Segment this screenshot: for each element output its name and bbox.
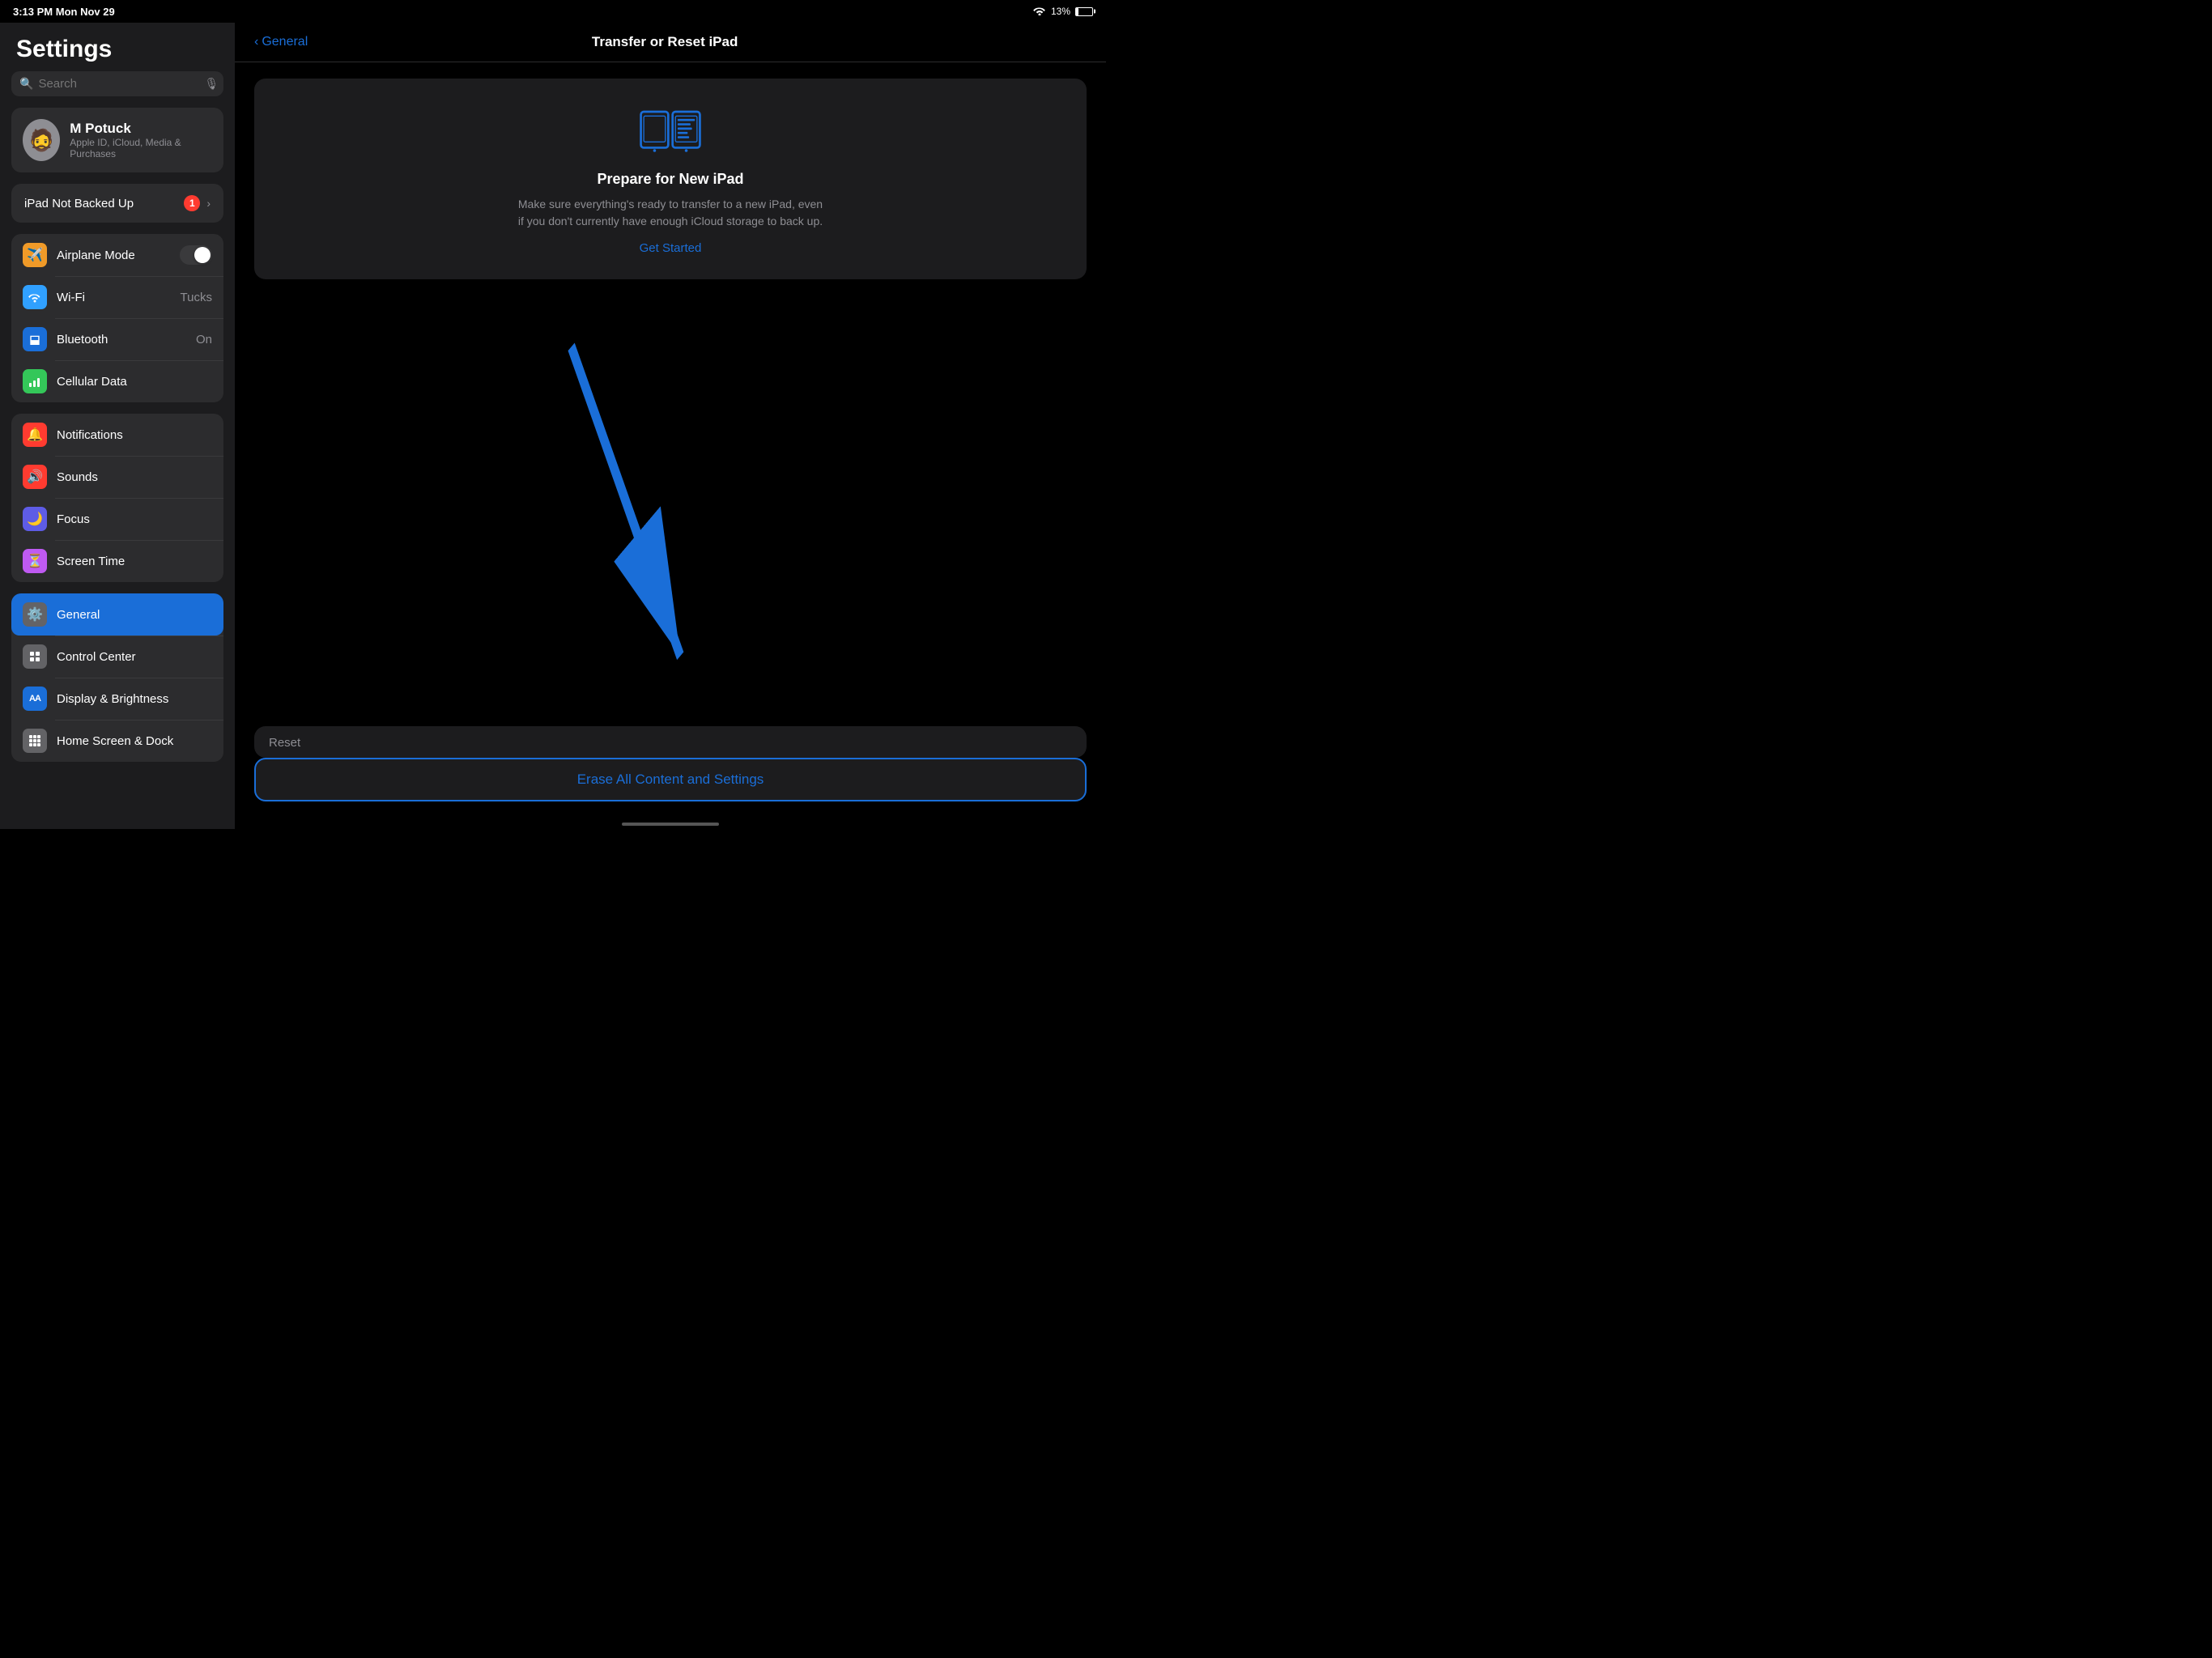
wifi-settings-icon [23, 285, 47, 309]
back-button[interactable]: ‹ General [254, 35, 308, 49]
backup-badge-count: 1 [184, 195, 200, 211]
reset-container: Reset Erase All Content and Settings [254, 726, 1087, 801]
prepare-description: Make sure everything's ready to transfer… [517, 196, 824, 230]
avatar: 🧔 [23, 119, 60, 161]
reset-section-header: Reset [254, 726, 1087, 758]
sidebar: Settings 🔍 🎙 🧔 M Potuck Apple ID, iCloud… [0, 23, 235, 829]
sidebar-item-airplane-mode[interactable]: ✈️ Airplane Mode [11, 234, 223, 276]
sidebar-item-control-center[interactable]: Control Center [11, 636, 223, 678]
sounds-icon: 🔊 [23, 465, 47, 489]
back-label: General [262, 35, 308, 49]
prepare-icon [638, 103, 703, 159]
display-label: Display & Brightness [57, 692, 212, 706]
panel-title: Transfer or Reset iPad [308, 34, 1022, 50]
sounds-label: Sounds [57, 470, 212, 484]
bluetooth-label: Bluetooth [57, 333, 186, 346]
annotation-arrow [254, 292, 1087, 801]
panel-content: Prepare for New iPad Make sure everythin… [235, 62, 1106, 818]
panel-header: ‹ General Transfer or Reset iPad [235, 23, 1106, 62]
bluetooth-icon: ⬓ [23, 327, 47, 351]
app-body: Settings 🔍 🎙 🧔 M Potuck Apple ID, iCloud… [0, 23, 1106, 829]
search-icon: 🔍 [19, 77, 33, 91]
prepare-title: Prepare for New iPad [597, 171, 743, 188]
sidebar-item-wifi[interactable]: Wi-Fi Tucks [11, 276, 223, 318]
wifi-label: Wi-Fi [57, 291, 171, 304]
settings-group-notifications: 🔔 Notifications 🔊 Sounds 🌙 Focus ⏳ Scree… [11, 414, 223, 582]
sidebar-item-focus[interactable]: 🌙 Focus [11, 498, 223, 540]
airplane-mode-toggle[interactable] [180, 245, 212, 265]
status-bar: 3:13 PM Mon Nov 29 13% [0, 0, 1106, 23]
erase-all-button[interactable]: Erase All Content and Settings [254, 758, 1087, 801]
chevron-left-icon: ‹ [254, 35, 258, 49]
sidebar-title: Settings [0, 23, 235, 71]
notifications-label: Notifications [57, 428, 212, 442]
get-started-link[interactable]: Get Started [640, 241, 702, 255]
notifications-icon: 🔔 [23, 423, 47, 447]
arrow-area: Reset Erase All Content and Settings [254, 292, 1087, 801]
control-center-icon [23, 644, 47, 669]
general-icon: ⚙️ [23, 602, 47, 627]
general-label: General [57, 608, 212, 622]
profile-subtitle: Apple ID, iCloud, Media & Purchases [70, 137, 212, 159]
cellular-icon [23, 369, 47, 393]
airplane-mode-icon: ✈️ [23, 243, 47, 267]
focus-icon: 🌙 [23, 507, 47, 531]
profile-card[interactable]: 🧔 M Potuck Apple ID, iCloud, Media & Pur… [11, 108, 223, 172]
airplane-mode-label: Airplane Mode [57, 249, 170, 262]
status-time: 3:13 PM Mon Nov 29 [13, 6, 115, 18]
cellular-label: Cellular Data [57, 375, 212, 389]
sidebar-item-display[interactable]: AA Display & Brightness [11, 678, 223, 720]
home-screen-label: Home Screen & Dock [57, 734, 212, 748]
backup-badge: 1 › [184, 195, 211, 211]
bluetooth-value: On [196, 333, 212, 346]
chevron-right-icon: › [206, 197, 211, 210]
main-panel: ‹ General Transfer or Reset iPad [235, 23, 1106, 829]
wifi-value: Tucks [181, 291, 212, 304]
control-center-label: Control Center [57, 650, 212, 664]
battery-text: 13% [1051, 6, 1070, 17]
sidebar-item-screen-time[interactable]: ⏳ Screen Time [11, 540, 223, 582]
backup-warning-text: iPad Not Backed Up [24, 197, 134, 210]
home-bar [622, 823, 719, 826]
sidebar-item-general[interactable]: ⚙️ General [11, 593, 223, 636]
wifi-icon [1033, 6, 1046, 18]
screen-time-label: Screen Time [57, 555, 212, 568]
battery-icon [1075, 7, 1093, 16]
sidebar-item-home-screen[interactable]: Home Screen & Dock [11, 720, 223, 762]
status-icons: 13% [1033, 6, 1093, 18]
sidebar-item-sounds[interactable]: 🔊 Sounds [11, 456, 223, 498]
screen-time-icon: ⏳ [23, 549, 47, 573]
focus-label: Focus [57, 512, 212, 526]
search-bar[interactable]: 🔍 🎙 [11, 71, 223, 96]
home-indicator [235, 818, 1106, 829]
sidebar-item-cellular[interactable]: Cellular Data [11, 360, 223, 402]
sidebar-item-bluetooth[interactable]: ⬓ Bluetooth On [11, 318, 223, 360]
prepare-card: Prepare for New iPad Make sure everythin… [254, 79, 1087, 279]
settings-group-general: ⚙️ General Control Center AA Displ [11, 593, 223, 762]
backup-warning[interactable]: iPad Not Backed Up 1 › [11, 184, 223, 223]
reset-section: Reset [254, 726, 1087, 758]
erase-all-label: Erase All Content and Settings [577, 772, 764, 788]
settings-group-connectivity: ✈️ Airplane Mode Wi-Fi Tucks ⬓ Bluetooth… [11, 234, 223, 402]
profile-name: M Potuck [70, 121, 212, 137]
search-input[interactable] [38, 77, 199, 91]
home-screen-icon [23, 729, 47, 753]
microphone-icon: 🎙 [204, 77, 219, 91]
sidebar-item-notifications[interactable]: 🔔 Notifications [11, 414, 223, 456]
display-icon: AA [23, 687, 47, 711]
profile-info: M Potuck Apple ID, iCloud, Media & Purch… [70, 121, 212, 159]
